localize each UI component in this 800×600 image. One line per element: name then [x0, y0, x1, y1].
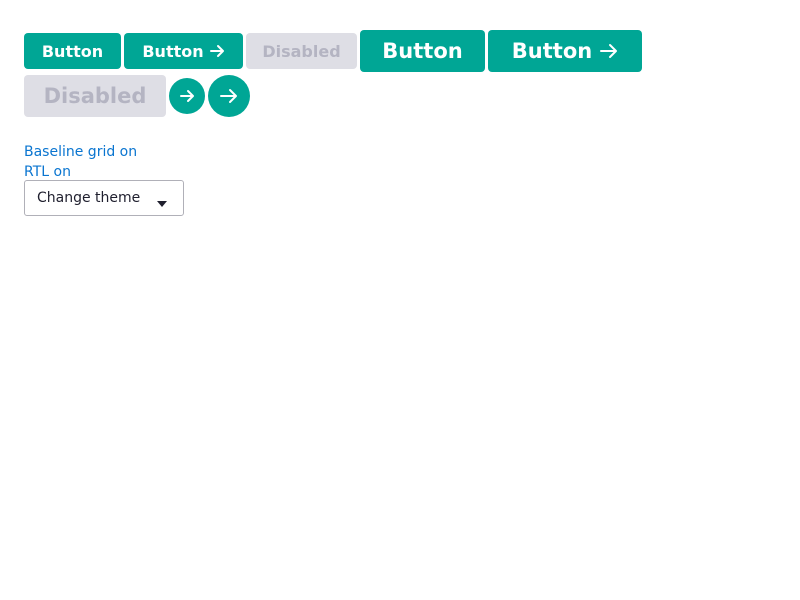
- small-primary-button[interactable]: Button: [24, 33, 121, 69]
- page: Button Button Disabled Button Button Dis…: [0, 0, 800, 600]
- small-disabled-button: Disabled: [246, 33, 357, 69]
- change-theme-select-value: Change theme: [37, 190, 141, 206]
- change-theme-select[interactable]: Change theme: [24, 180, 184, 216]
- baseline-grid-toggle-link[interactable]: Baseline grid on: [24, 142, 137, 162]
- arrow-right-icon: [209, 44, 225, 58]
- arrow-right-icon: [600, 43, 618, 59]
- large-primary-button[interactable]: Button: [360, 30, 485, 72]
- small-disabled-button-label: Disabled: [262, 41, 341, 61]
- rtl-toggle-link[interactable]: RTL on: [24, 162, 137, 182]
- small-arrow-button[interactable]: Button: [124, 33, 243, 69]
- button-showcase: Button Button Disabled Button Button Dis…: [24, 30, 664, 117]
- large-primary-button-label: Button: [382, 39, 463, 63]
- large-disabled-button-label: Disabled: [43, 84, 147, 108]
- caret-down-icon: [157, 195, 167, 211]
- debug-toggles: Baseline grid on RTL on: [24, 142, 137, 182]
- small-icon-button[interactable]: [169, 78, 205, 114]
- small-arrow-button-label: Button: [142, 41, 204, 61]
- large-arrow-button[interactable]: Button: [488, 30, 642, 72]
- large-arrow-button-label: Button: [511, 39, 593, 63]
- small-primary-button-label: Button: [41, 41, 104, 61]
- large-icon-button[interactable]: [208, 75, 250, 117]
- large-disabled-button: Disabled: [24, 75, 166, 117]
- arrow-right-icon: [179, 89, 195, 103]
- arrow-right-icon: [220, 88, 238, 104]
